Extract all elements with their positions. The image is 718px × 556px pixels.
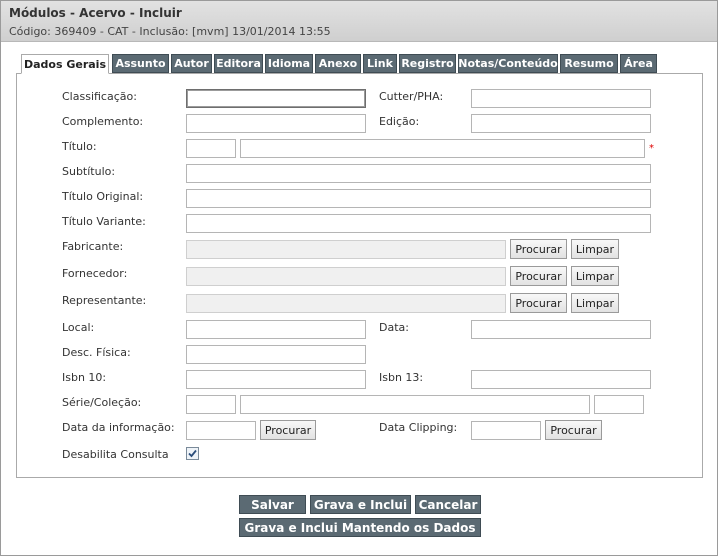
- subtitulo-input[interactable]: [186, 164, 651, 183]
- record-info: Código: 369409 - CAT - Inclusão: [mvm] 1…: [9, 25, 331, 38]
- isbn13-input[interactable]: [471, 370, 651, 389]
- tab-resumo[interactable]: Resumo: [560, 54, 618, 73]
- serie-input[interactable]: [240, 395, 590, 414]
- representante-limpar-button[interactable]: Limpar: [571, 293, 619, 313]
- tab-idioma[interactable]: Idioma: [265, 54, 313, 73]
- subtitulo-label: Subtítulo:: [62, 165, 116, 178]
- cutter-label: Cutter/PHA:: [379, 90, 444, 103]
- tab-registro[interactable]: Registro: [399, 54, 456, 73]
- isbn13-label: Isbn 13:: [379, 371, 424, 384]
- data-clipping-label: Data Clipping:: [379, 421, 458, 434]
- classificacao-label: Classificação:: [62, 90, 137, 103]
- titulo-original-label: Título Original:: [62, 190, 144, 203]
- desc-fisica-label: Desc. Física:: [62, 346, 131, 359]
- data-clipping-procurar-button[interactable]: Procurar: [545, 420, 602, 440]
- local-label: Local:: [62, 321, 95, 334]
- fornecedor-procurar-button[interactable]: Procurar: [510, 266, 567, 286]
- data-input[interactable]: [471, 320, 651, 339]
- titulo-original-input[interactable]: [186, 189, 651, 208]
- representante-input[interactable]: [186, 294, 506, 313]
- cutter-input[interactable]: [471, 89, 651, 108]
- titulo-variante-label: Título Variante:: [62, 215, 146, 228]
- tab-autor[interactable]: Autor: [171, 54, 212, 73]
- grava-mantendo-button[interactable]: Grava e Inclui Mantendo os Dados: [239, 518, 481, 537]
- page-title: Módulos - Acervo - Incluir: [9, 6, 182, 20]
- fornecedor-label: Fornecedor:: [62, 267, 128, 280]
- representante-label: Representante:: [62, 294, 147, 307]
- desabilita-label: Desabilita Consulta: [62, 448, 169, 461]
- check-icon: [188, 449, 197, 458]
- serie-prefix-input[interactable]: [186, 395, 236, 414]
- required-mark: *: [649, 143, 654, 154]
- fabricante-label: Fabricante:: [62, 240, 124, 253]
- desc-fisica-input[interactable]: [186, 345, 366, 364]
- serie-numero-input[interactable]: [594, 395, 644, 414]
- fabricante-limpar-button[interactable]: Limpar: [571, 239, 619, 259]
- grava-inclui-button[interactable]: Grava e Inclui: [310, 495, 411, 514]
- edicao-input[interactable]: [471, 114, 651, 133]
- titulo-prefix-input[interactable]: [186, 139, 236, 158]
- classificacao-input[interactable]: [186, 89, 366, 108]
- fornecedor-limpar-button[interactable]: Limpar: [571, 266, 619, 286]
- data-label: Data:: [379, 321, 409, 334]
- data-informacao-procurar-button[interactable]: Procurar: [260, 420, 316, 440]
- edicao-label: Edição:: [379, 115, 420, 128]
- data-informacao-input[interactable]: [186, 421, 256, 440]
- representante-procurar-button[interactable]: Procurar: [510, 293, 567, 313]
- tab-area[interactable]: Área: [620, 54, 657, 73]
- complemento-input[interactable]: [186, 114, 366, 133]
- isbn10-input[interactable]: [186, 370, 366, 389]
- tab-link[interactable]: Link: [363, 54, 397, 73]
- complemento-label: Complemento:: [62, 115, 144, 128]
- fabricante-input[interactable]: [186, 240, 506, 259]
- isbn10-label: Isbn 10:: [62, 371, 107, 384]
- desabilita-checkbox[interactable]: [186, 447, 199, 460]
- fabricante-procurar-button[interactable]: Procurar: [510, 239, 567, 259]
- fornecedor-input[interactable]: [186, 267, 506, 286]
- tab-assunto[interactable]: Assunto: [112, 54, 169, 73]
- cancelar-button[interactable]: Cancelar: [415, 495, 481, 514]
- titulo-input[interactable]: [240, 139, 645, 158]
- data-clipping-input[interactable]: [471, 421, 541, 440]
- salvar-button[interactable]: Salvar: [239, 495, 306, 514]
- titulo-variante-input[interactable]: [186, 214, 651, 233]
- data-informacao-label: Data da informação:: [62, 421, 175, 434]
- local-input[interactable]: [186, 320, 366, 339]
- window: Módulos - Acervo - Incluir Código: 36940…: [0, 0, 718, 556]
- tab-editora[interactable]: Editora: [214, 54, 263, 73]
- serie-label: Série/Coleção:: [62, 396, 142, 409]
- tab-anexo[interactable]: Anexo: [315, 54, 361, 73]
- tab-dados-gerais[interactable]: Dados Gerais: [21, 54, 109, 74]
- title-bar: Módulos - Acervo - Incluir Código: 36940…: [1, 1, 717, 42]
- tab-notas-conteudo[interactable]: Notas/Conteúdo: [458, 54, 558, 73]
- titulo-label: Título:: [62, 140, 97, 153]
